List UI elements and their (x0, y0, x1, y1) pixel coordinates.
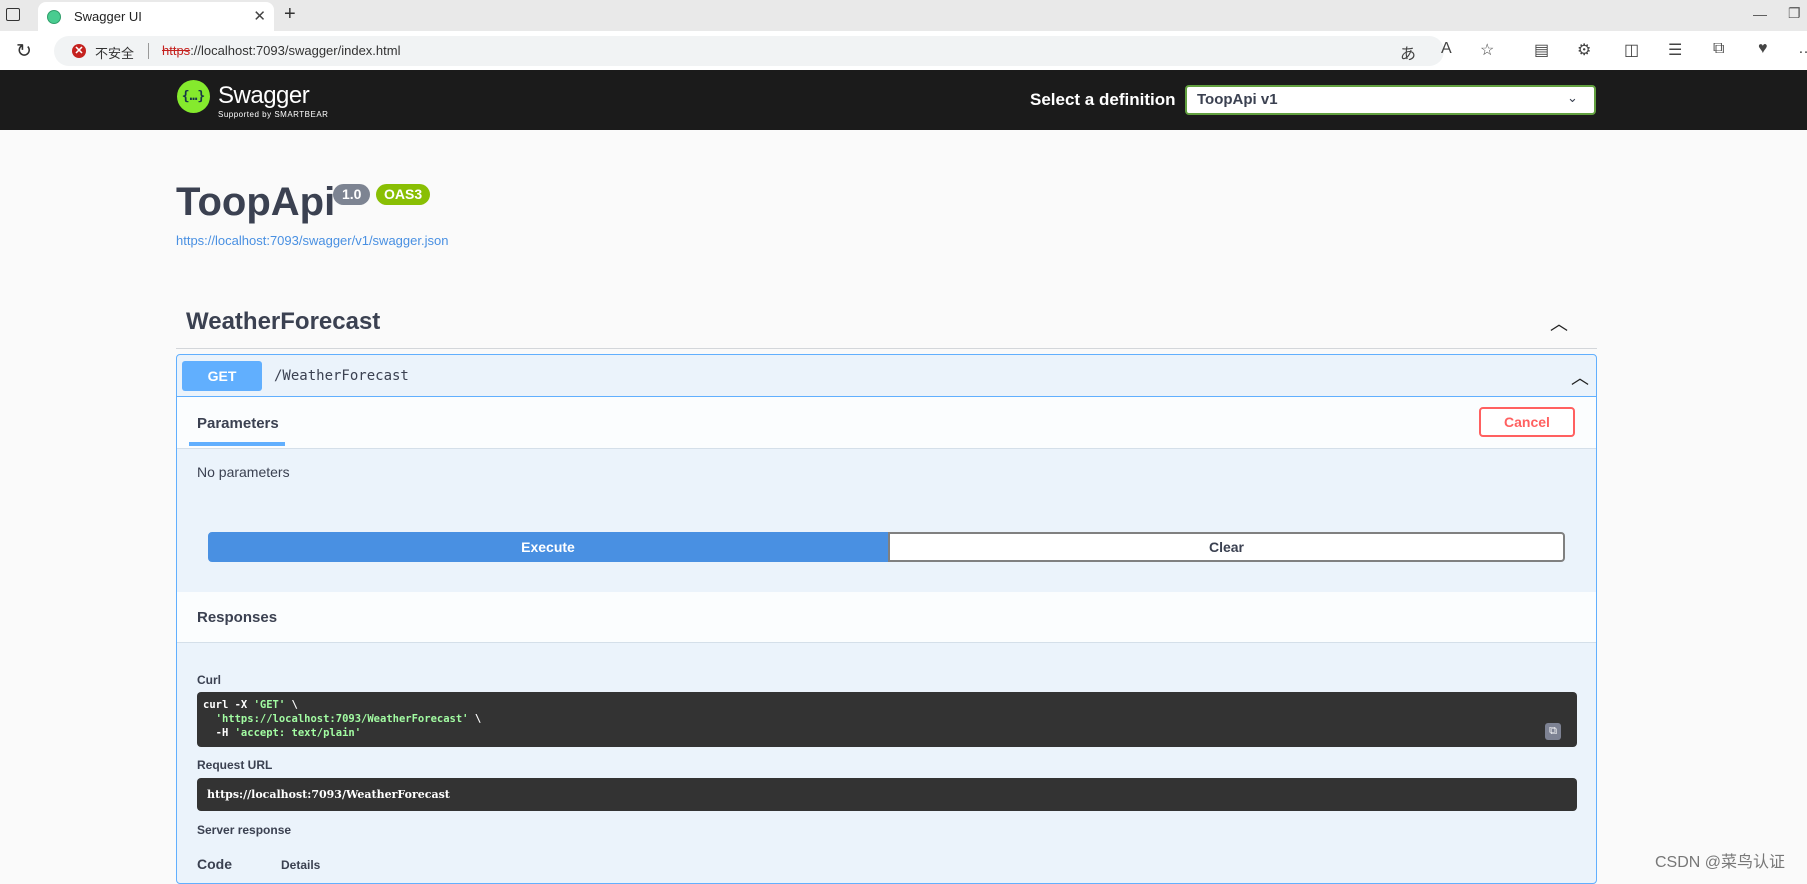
browser-tab[interactable]: Swagger UI ✕ (38, 2, 274, 31)
spec-json-link[interactable]: https://localhost:7093/swagger/v1/swagge… (176, 233, 448, 248)
watermark: CSDN @菜鸟认证 (1655, 854, 1786, 871)
restore-window-icon[interactable]: ❐ (1788, 5, 1801, 22)
copy-to-clipboard-icon[interactable]: ⧉ (1545, 723, 1561, 740)
chevron-down-icon: ⌄ (1567, 90, 1578, 105)
performance-icon[interactable]: ♥ (1758, 40, 1768, 58)
parameters-header (177, 397, 1596, 448)
code-column-header: Code (197, 856, 232, 872)
details-column-header: Details (281, 858, 321, 872)
curl-string: 'https://localhost:7093/WeatherForecast' (203, 713, 469, 725)
curl-token: curl -X (203, 699, 254, 711)
url-separator (148, 43, 149, 59)
more-icon[interactable]: … (1798, 40, 1807, 58)
minimize-window-icon[interactable]: — (1753, 6, 1767, 22)
clear-button[interactable]: Clear (888, 532, 1565, 562)
cancel-button[interactable]: Cancel (1479, 407, 1575, 437)
request-url-text: https://localhost:7093/WeatherForecast (207, 788, 450, 801)
swagger-logo-text[interactable]: Swagger (218, 82, 310, 110)
close-tab-icon[interactable]: ✕ (253, 7, 266, 25)
curl-label: Curl (197, 673, 221, 687)
oas-badge: OAS3 (376, 184, 431, 205)
active-tab-indicator (189, 442, 285, 446)
read-aloud-icon[interactable]: A (1441, 40, 1452, 58)
curl-string: 'accept: text/plain' (234, 727, 362, 739)
api-title: ToopApi (176, 180, 336, 224)
responses-header (177, 592, 1596, 643)
extensions-icon[interactable]: ⚙ (1577, 40, 1591, 60)
definition-label: Select a definition (1030, 90, 1176, 109)
url-text[interactable]: https://localhost:7093/swagger/index.htm… (162, 43, 400, 58)
translate-icon[interactable]: あ (1400, 40, 1416, 64)
no-parameters-text: No parameters (197, 464, 290, 480)
favorites-list-icon[interactable]: ☰ (1668, 40, 1682, 60)
not-secure-icon[interactable]: ✕ (72, 44, 86, 58)
chevron-up-icon[interactable]: ︿ (1550, 310, 1568, 336)
responses-title: Responses (197, 609, 278, 626)
url-rest: ://localhost:7093/swagger/index.html (190, 43, 401, 58)
tag-title[interactable]: WeatherForecast (186, 308, 380, 336)
definition-value: ToopApi v1 (1197, 91, 1278, 108)
swagger-logo-icon[interactable]: {…} (177, 80, 210, 113)
swagger-favicon-icon (47, 10, 61, 24)
new-tab-button[interactable]: + (284, 3, 296, 26)
tab-title: Swagger UI (74, 9, 142, 24)
tab-actions-icon[interactable] (6, 8, 20, 21)
url-protocol: https (162, 43, 191, 58)
curl-line-1: curl -X 'GET' \ (203, 699, 298, 711)
curl-code: curl -X 'GET' \ 'https://localhost:7093/… (203, 698, 481, 740)
collections-icon[interactable]: ⧉ (1713, 40, 1724, 58)
version-badge: 1.0 (333, 184, 371, 205)
tab-parameters[interactable]: Parameters (197, 415, 279, 432)
curl-token: -H (203, 727, 235, 739)
curl-line-2: 'https://localhost:7093/WeatherForecast'… (203, 713, 482, 725)
smartbear-tagline: Supported by SMARTBEAR (218, 110, 329, 119)
http-method-badge[interactable]: GET (182, 361, 262, 391)
security-label[interactable]: 不安全 (95, 43, 134, 62)
server-response-label: Server response (197, 823, 292, 837)
favorites-star-icon[interactable]: ☆ (1480, 40, 1494, 60)
curl-line-3: -H 'accept: text/plain' (203, 727, 361, 739)
request-url-label: Request URL (197, 758, 273, 772)
execute-button[interactable]: Execute (208, 532, 888, 562)
chevron-up-icon[interactable]: ︿ (1571, 364, 1589, 390)
reload-icon[interactable]: ↻ (16, 40, 32, 63)
operation-path[interactable]: /WeatherForecast (274, 368, 409, 384)
split-screen-icon[interactable]: ◫ (1624, 40, 1639, 60)
curl-string: 'GET' (253, 699, 286, 711)
parameters-divider (177, 448, 1596, 449)
curl-token: \ (468, 713, 482, 725)
tag-divider (176, 348, 1597, 349)
notes-icon[interactable]: ▤ (1534, 40, 1549, 60)
curl-token: \ (285, 699, 298, 711)
